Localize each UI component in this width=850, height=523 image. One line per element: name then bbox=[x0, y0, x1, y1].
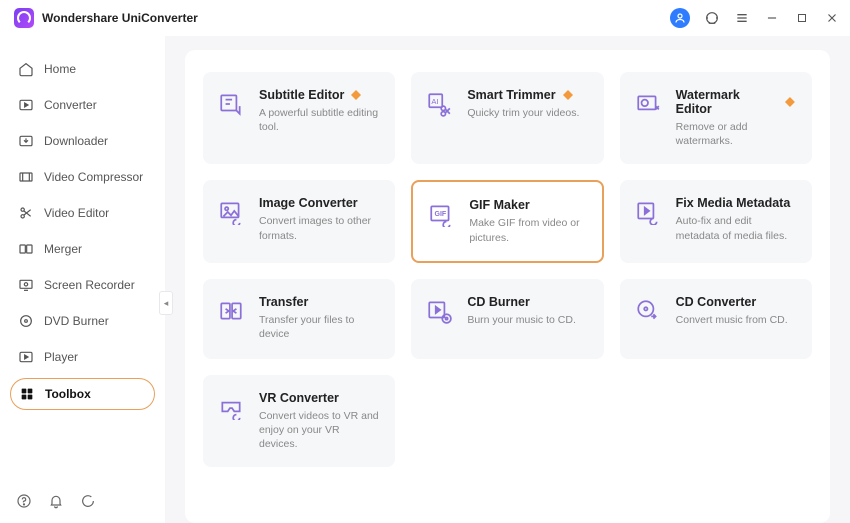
premium-icon bbox=[350, 89, 362, 101]
cd-converter-icon bbox=[634, 297, 662, 325]
tool-cd-burner[interactable]: CD Burner Burn your music to CD. bbox=[411, 279, 603, 359]
metadata-icon bbox=[634, 198, 662, 226]
tool-fix-metadata[interactable]: Fix Media Metadata Auto-fix and edit met… bbox=[620, 180, 812, 262]
card-desc: Convert images to other formats. bbox=[259, 214, 379, 242]
card-title: CD Burner bbox=[467, 295, 530, 309]
gif-icon: GIF bbox=[427, 200, 455, 228]
tool-cd-converter[interactable]: CD Converter Convert music from CD. bbox=[620, 279, 812, 359]
card-title: Subtitle Editor bbox=[259, 88, 344, 102]
sidebar-item-dvd[interactable]: DVD Burner bbox=[10, 306, 155, 336]
card-title: Image Converter bbox=[259, 196, 358, 210]
disc-icon bbox=[18, 313, 34, 329]
card-title: Transfer bbox=[259, 295, 308, 309]
sidebar-label: Video Compressor bbox=[44, 170, 143, 184]
card-desc: Convert videos to VR and enjoy on your V… bbox=[259, 409, 379, 452]
tool-smart-trimmer[interactable]: AI Smart Trimmer Quicky trim your videos… bbox=[411, 72, 603, 164]
sidebar-label: Video Editor bbox=[44, 206, 109, 220]
collapse-sidebar-button[interactable]: ◂ bbox=[159, 291, 173, 315]
app-title: Wondershare UniConverter bbox=[42, 11, 198, 25]
tool-subtitle-editor[interactable]: Subtitle Editor A powerful subtitle edit… bbox=[203, 72, 395, 164]
sidebar-item-compressor[interactable]: Video Compressor bbox=[10, 162, 155, 192]
vr-icon bbox=[217, 393, 245, 421]
sidebar-item-downloader[interactable]: Downloader bbox=[10, 126, 155, 156]
card-desc: Burn your music to CD. bbox=[467, 313, 576, 327]
cd-burner-icon bbox=[425, 297, 453, 325]
sidebar-label: DVD Burner bbox=[44, 314, 109, 328]
card-title: VR Converter bbox=[259, 391, 339, 405]
sidebar-item-home[interactable]: Home bbox=[10, 54, 155, 84]
tool-transfer[interactable]: Transfer Transfer your files to device bbox=[203, 279, 395, 359]
sidebar-label: Toolbox bbox=[45, 387, 91, 401]
premium-icon bbox=[784, 96, 796, 108]
recorder-icon bbox=[18, 277, 34, 293]
trimmer-icon: AI bbox=[425, 90, 453, 118]
svg-text:GIF: GIF bbox=[435, 212, 447, 219]
scissors-icon bbox=[18, 205, 34, 221]
transfer-icon bbox=[217, 297, 245, 325]
card-title: Smart Trimmer bbox=[467, 88, 555, 102]
chevron-left-icon: ◂ bbox=[164, 298, 169, 309]
card-desc: Transfer your files to device bbox=[259, 313, 379, 341]
titlebar: Wondershare UniConverter bbox=[0, 0, 850, 36]
feedback-icon[interactable] bbox=[80, 493, 96, 509]
card-title: CD Converter bbox=[676, 295, 757, 309]
sidebar-label: Converter bbox=[44, 98, 97, 112]
tool-image-converter[interactable]: Image Converter Convert images to other … bbox=[203, 180, 395, 262]
card-desc: Make GIF from video or pictures. bbox=[469, 216, 585, 244]
content-area: Subtitle Editor A powerful subtitle edit… bbox=[165, 36, 850, 523]
close-button[interactable] bbox=[824, 10, 840, 26]
titlebar-right bbox=[670, 8, 840, 28]
image-icon bbox=[217, 198, 245, 226]
sidebar-item-editor[interactable]: Video Editor bbox=[10, 198, 155, 228]
home-icon bbox=[18, 61, 34, 77]
menu-icon[interactable] bbox=[734, 10, 750, 26]
tool-grid: Subtitle Editor A powerful subtitle edit… bbox=[203, 72, 812, 467]
sidebar-label: Downloader bbox=[44, 134, 108, 148]
sidebar-label: Merger bbox=[44, 242, 82, 256]
compressor-icon bbox=[18, 169, 34, 185]
sidebar-item-recorder[interactable]: Screen Recorder bbox=[10, 270, 155, 300]
bell-icon[interactable] bbox=[48, 493, 64, 509]
card-title: GIF Maker bbox=[469, 198, 529, 212]
minimize-button[interactable] bbox=[764, 10, 780, 26]
card-desc: Convert music from CD. bbox=[676, 313, 788, 327]
card-desc: Remove or add watermarks. bbox=[676, 120, 796, 148]
tool-gif-maker[interactable]: GIF GIF Maker Make GIF from video or pic… bbox=[411, 180, 603, 262]
app-logo bbox=[14, 8, 34, 28]
subtitle-icon bbox=[217, 90, 245, 118]
tool-watermark-editor[interactable]: Watermark Editor Remove or add watermark… bbox=[620, 72, 812, 164]
sidebar-footer bbox=[10, 493, 155, 513]
sidebar-label: Screen Recorder bbox=[44, 278, 135, 292]
merger-icon bbox=[18, 241, 34, 257]
help-icon[interactable] bbox=[16, 493, 32, 509]
svg-text:AI: AI bbox=[432, 97, 439, 106]
sidebar-label: Player bbox=[44, 350, 78, 364]
toolbox-panel: Subtitle Editor A powerful subtitle edit… bbox=[185, 50, 830, 523]
sidebar-item-merger[interactable]: Merger bbox=[10, 234, 155, 264]
premium-icon bbox=[562, 89, 574, 101]
card-desc: Quicky trim your videos. bbox=[467, 106, 579, 120]
card-desc: Auto-fix and edit metadata of media file… bbox=[676, 214, 796, 242]
sidebar: Home Converter Downloader Video Compress… bbox=[0, 36, 165, 523]
card-desc: A powerful subtitle editing tool. bbox=[259, 106, 379, 134]
watermark-icon bbox=[634, 90, 662, 118]
support-icon[interactable] bbox=[704, 10, 720, 26]
player-icon bbox=[18, 349, 34, 365]
maximize-button[interactable] bbox=[794, 10, 810, 26]
tool-vr-converter[interactable]: VR Converter Convert videos to VR and en… bbox=[203, 375, 395, 468]
card-title: Fix Media Metadata bbox=[676, 196, 791, 210]
sidebar-item-player[interactable]: Player bbox=[10, 342, 155, 372]
user-account-button[interactable] bbox=[670, 8, 690, 28]
sidebar-item-toolbox[interactable]: Toolbox bbox=[10, 378, 155, 410]
card-title: Watermark Editor bbox=[676, 88, 778, 116]
toolbox-icon bbox=[19, 386, 35, 402]
sidebar-label: Home bbox=[44, 62, 76, 76]
download-icon bbox=[18, 133, 34, 149]
converter-icon bbox=[18, 97, 34, 113]
sidebar-item-converter[interactable]: Converter bbox=[10, 90, 155, 120]
